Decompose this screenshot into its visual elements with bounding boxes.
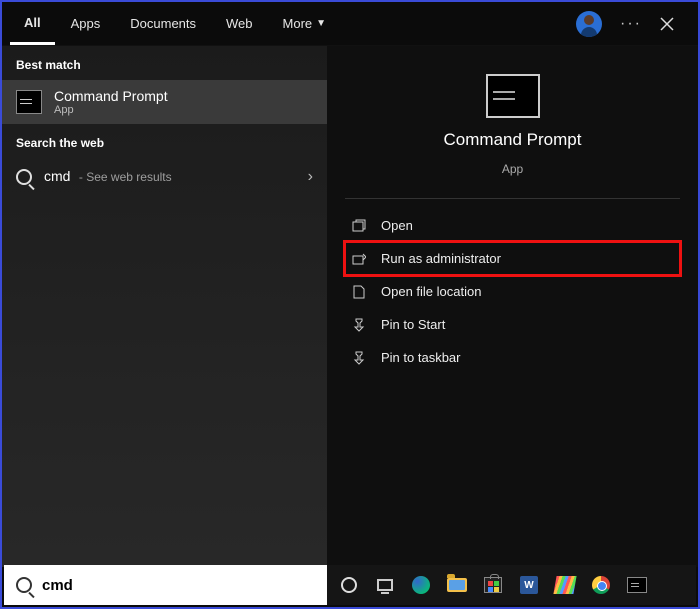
search-window: All Apps Documents Web More ▼ ··· Best m… — [0, 0, 700, 609]
task-view-icon — [377, 579, 393, 591]
file-location-icon — [351, 285, 367, 299]
edge-icon — [412, 576, 430, 594]
search-icon — [16, 577, 32, 593]
action-open-file-location[interactable]: Open file location — [345, 275, 680, 308]
web-result[interactable]: cmd - See web results › — [2, 158, 327, 196]
tab-more[interactable]: More ▼ — [269, 2, 341, 45]
best-match-heading: Best match — [2, 46, 327, 80]
taskbar-microsoft-store[interactable] — [481, 573, 505, 597]
best-match-subtitle: App — [54, 104, 168, 116]
tab-apps[interactable]: Apps — [57, 2, 115, 45]
action-pin-to-taskbar[interactable]: Pin to taskbar — [345, 341, 680, 374]
results-panel: Best match Command Prompt App Search the… — [2, 46, 327, 567]
options-button[interactable]: ··· — [620, 15, 642, 33]
taskbar-app-stripes[interactable] — [553, 573, 577, 597]
command-prompt-icon — [16, 90, 42, 114]
pin-start-icon — [351, 318, 367, 332]
taskbar-terminal[interactable] — [625, 573, 649, 597]
taskbar-edge[interactable] — [409, 573, 433, 597]
details-hero: Command Prompt App — [345, 74, 680, 192]
open-icon — [351, 219, 367, 233]
tab-documents[interactable]: Documents — [116, 2, 210, 45]
taskbar-task-view[interactable] — [373, 573, 397, 597]
details-subtitle: App — [502, 162, 523, 176]
taskbar-word[interactable]: W — [517, 573, 541, 597]
search-box[interactable] — [4, 565, 327, 605]
close-button[interactable] — [660, 17, 680, 31]
folder-icon — [447, 578, 467, 592]
details-title: Command Prompt — [444, 130, 582, 150]
cortana-icon — [341, 577, 357, 593]
content-body: Best match Command Prompt App Search the… — [2, 46, 698, 567]
action-pin-start-label: Pin to Start — [381, 317, 445, 332]
tab-all[interactable]: All — [10, 2, 55, 45]
action-open[interactable]: Open — [345, 209, 680, 242]
best-match-text: Command Prompt App — [54, 88, 168, 116]
close-icon — [660, 17, 674, 31]
action-pin-to-start[interactable]: Pin to Start — [345, 308, 680, 341]
store-icon — [484, 577, 502, 593]
user-avatar[interactable] — [576, 11, 602, 37]
bottom-bar: W — [4, 565, 696, 605]
web-query: cmd — [44, 168, 70, 184]
admin-icon — [351, 252, 367, 266]
tab-web[interactable]: Web — [212, 2, 267, 45]
pin-taskbar-icon — [351, 351, 367, 365]
stripes-icon — [553, 576, 576, 594]
web-result-left: cmd - See web results — [16, 168, 172, 186]
taskbar: W — [327, 565, 696, 605]
search-input[interactable] — [42, 577, 315, 594]
terminal-icon — [627, 577, 647, 593]
taskbar-cortana[interactable] — [337, 573, 361, 597]
tab-more-label: More — [283, 16, 313, 31]
top-right-controls: ··· — [576, 11, 690, 37]
action-pin-taskbar-label: Pin to taskbar — [381, 350, 461, 365]
web-subtitle: - See web results — [79, 170, 172, 184]
search-icon — [16, 169, 32, 185]
word-icon: W — [520, 576, 538, 594]
best-match-result[interactable]: Command Prompt App — [2, 80, 327, 124]
chevron-down-icon: ▼ — [316, 18, 326, 29]
details-panel: Command Prompt App Open Run as administr… — [327, 46, 698, 567]
action-open-label: Open — [381, 218, 413, 233]
web-result-text: cmd - See web results — [44, 168, 172, 186]
action-run-as-administrator[interactable]: Run as administrator — [345, 242, 680, 275]
best-match-title: Command Prompt — [54, 88, 168, 104]
chrome-icon — [592, 576, 610, 594]
top-bar: All Apps Documents Web More ▼ ··· — [2, 2, 698, 46]
command-prompt-large-icon — [486, 74, 540, 118]
divider — [345, 198, 680, 199]
action-run-admin-label: Run as administrator — [381, 251, 501, 266]
taskbar-file-explorer[interactable] — [445, 573, 469, 597]
taskbar-chrome[interactable] — [589, 573, 613, 597]
search-web-heading: Search the web — [2, 124, 327, 158]
action-open-location-label: Open file location — [381, 284, 481, 299]
action-list: Open Run as administrator Open file loca… — [345, 209, 680, 374]
chevron-right-icon: › — [308, 168, 313, 186]
filter-tabs: All Apps Documents Web More ▼ — [10, 2, 576, 45]
